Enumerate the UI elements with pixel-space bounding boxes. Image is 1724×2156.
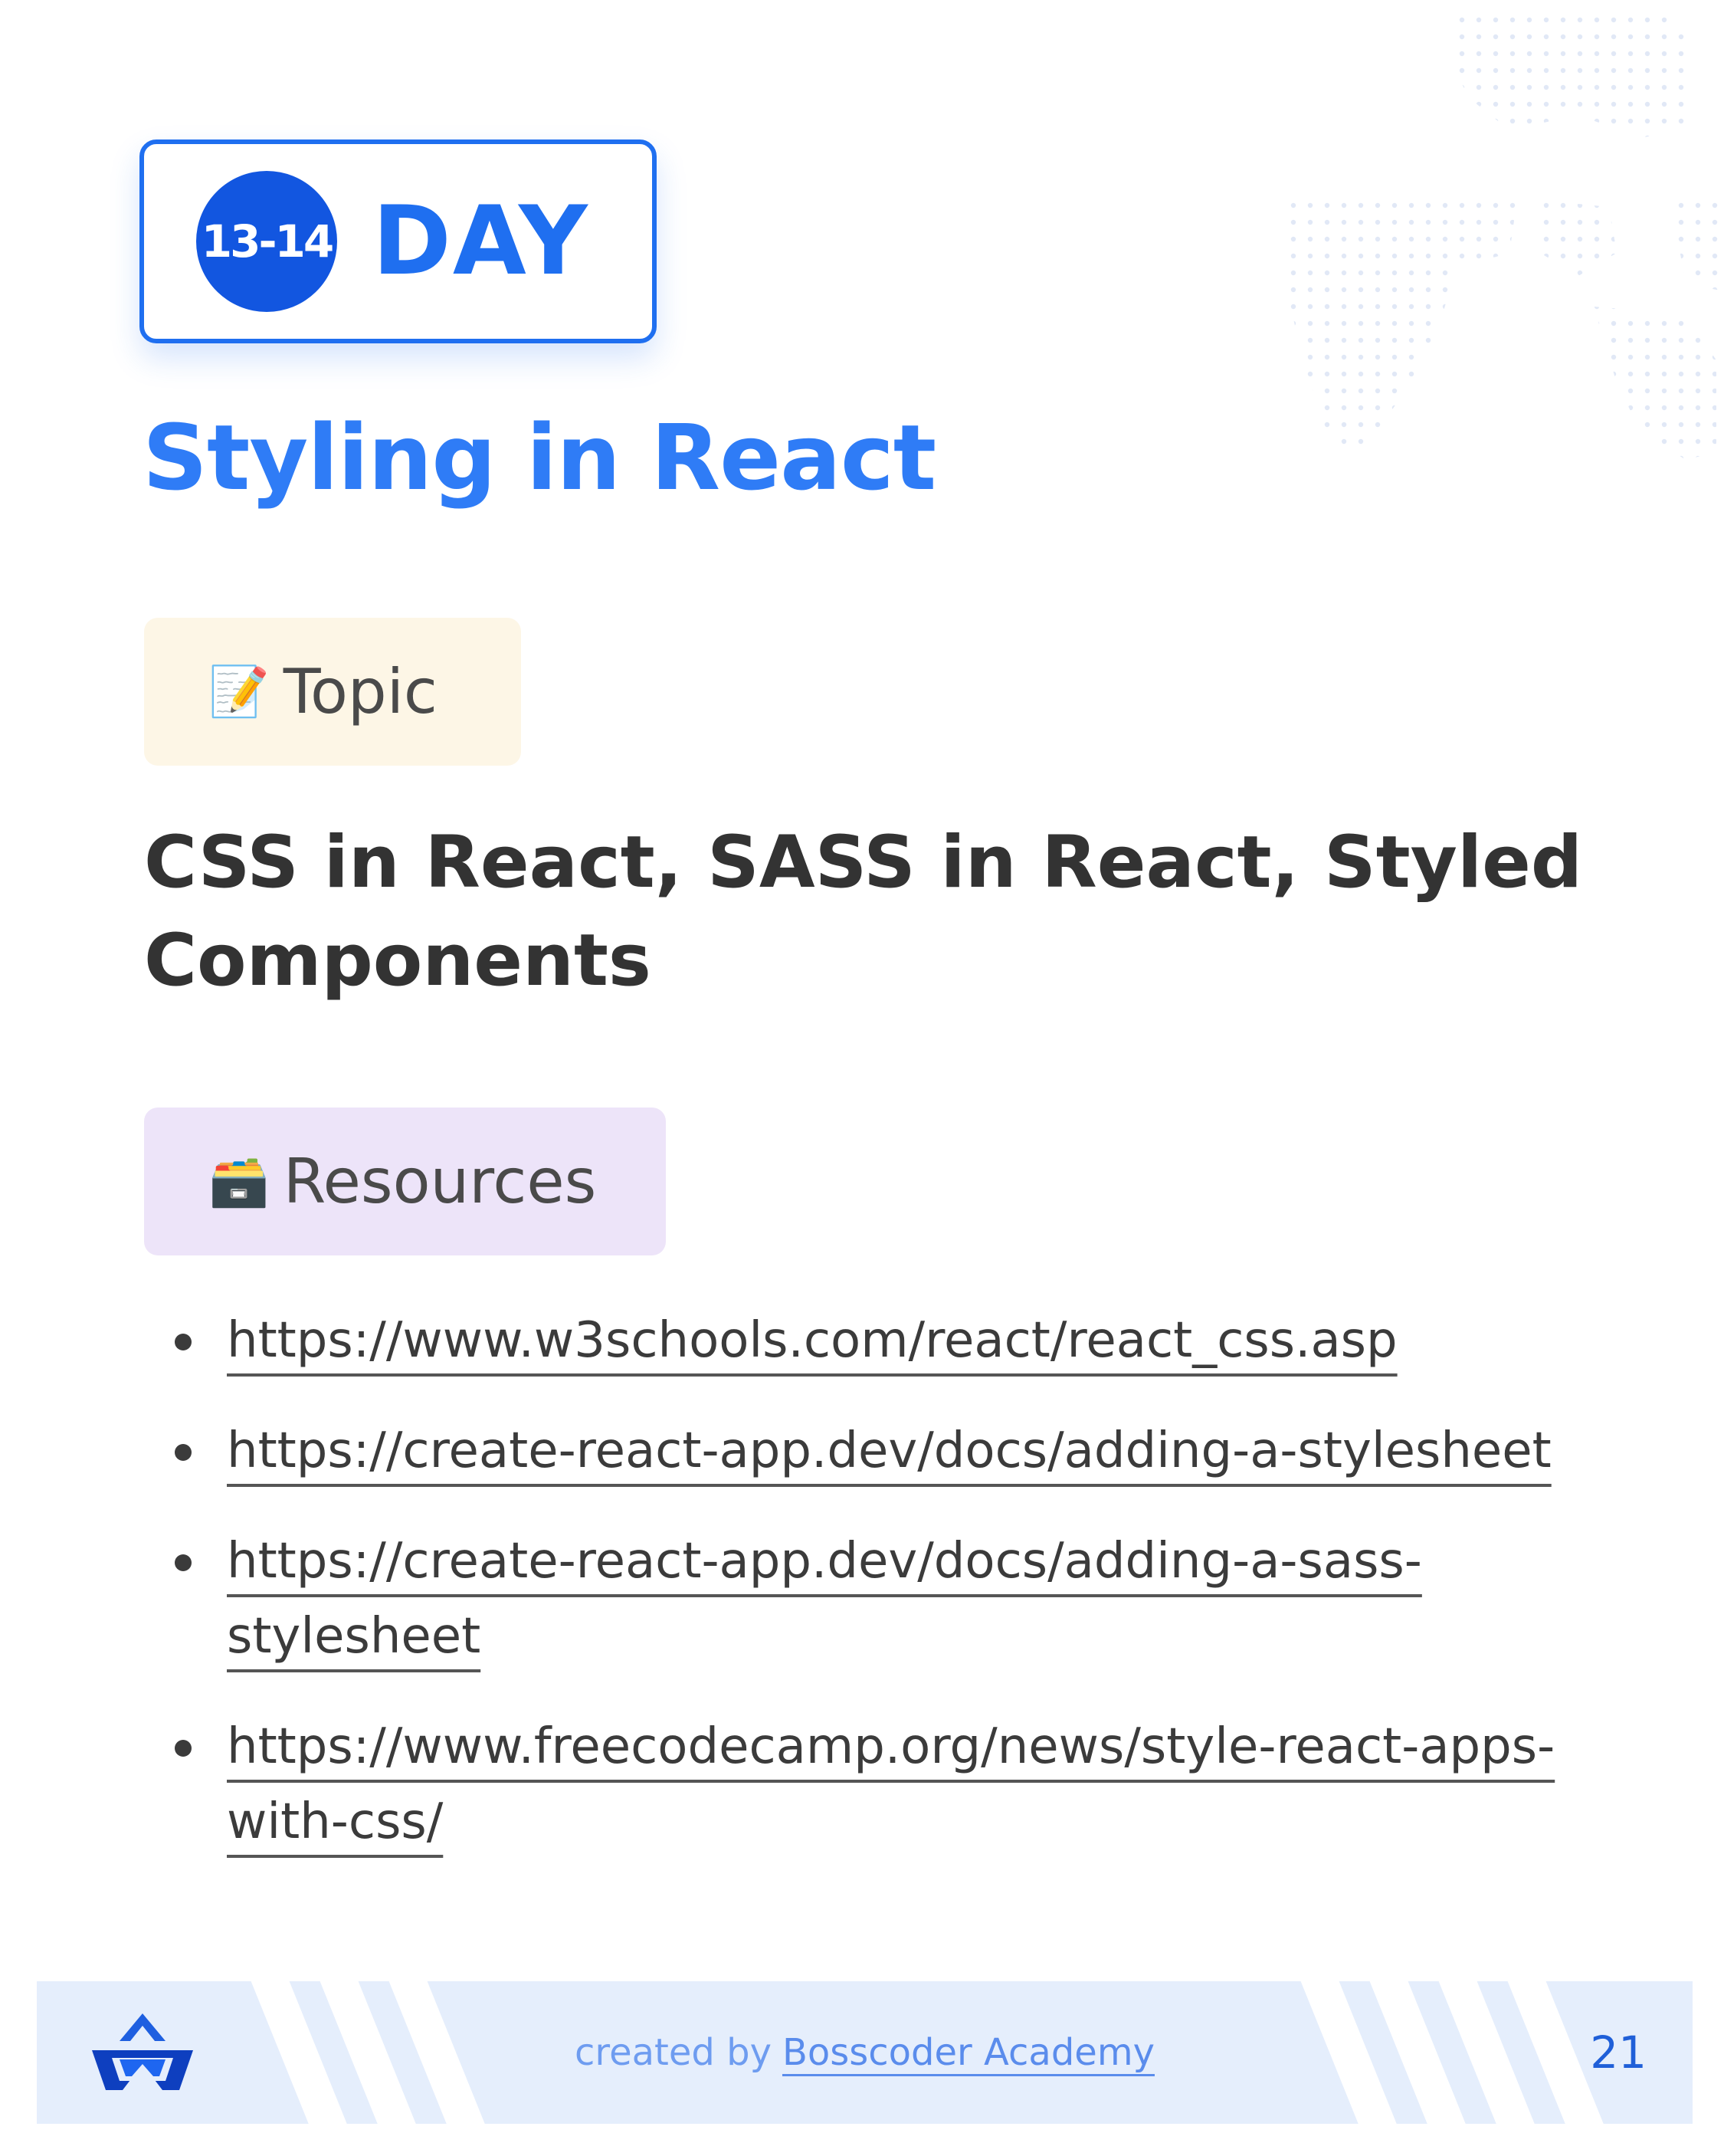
page-number: 21 xyxy=(1590,2026,1647,2079)
resource-link[interactable]: https://create-react-app.dev/docs/adding… xyxy=(227,1533,1422,1665)
memo-icon: 📝 xyxy=(208,663,270,720)
list-item: https://create-react-app.dev/docs/adding… xyxy=(169,1524,1545,1674)
list-item: https://create-react-app.dev/docs/adding… xyxy=(169,1413,1624,1488)
resource-link-text: https://www.freecodecamp.org/news/style-… xyxy=(227,1718,1555,1850)
footer-bar: created by Bosscoder Academy 21 xyxy=(37,1981,1693,2124)
day-number-circle: 13-14 xyxy=(196,171,337,312)
topic-pill: 📝 Topic xyxy=(144,618,521,766)
file-cabinet-icon: 🗃️ xyxy=(208,1153,270,1210)
resource-link[interactable]: https://create-react-app.dev/docs/adding… xyxy=(227,1423,1552,1479)
topic-label: Topic xyxy=(283,656,438,727)
created-by-text: created by xyxy=(575,2031,772,2074)
footer-credit: created by Bosscoder Academy xyxy=(37,1981,1693,2124)
list-item: https://www.w3schools.com/react/react_cs… xyxy=(169,1303,1624,1378)
resource-link[interactable]: https://www.freecodecamp.org/news/style-… xyxy=(227,1718,1555,1850)
resources-list: https://www.w3schools.com/react/react_cs… xyxy=(169,1303,1624,1895)
brand-link[interactable]: Bosscoder Academy xyxy=(782,2031,1155,2074)
day-badge: 13-14 DAY xyxy=(139,139,657,343)
resources-pill: 🗃️ Resources xyxy=(144,1108,666,1255)
page-title: Styling in React xyxy=(143,405,936,510)
resource-link-text: https://create-react-app.dev/docs/adding… xyxy=(227,1533,1422,1665)
resources-label: Resources xyxy=(283,1146,597,1217)
day-label: DAY xyxy=(372,186,589,297)
dotted-map-decoration xyxy=(1257,0,1724,475)
resource-link[interactable]: https://www.w3schools.com/react/react_cs… xyxy=(227,1312,1398,1369)
list-item: https://www.freecodecamp.org/news/style-… xyxy=(169,1709,1624,1859)
topic-description: CSS in React, SASS in React, Styled Comp… xyxy=(144,821,1583,1003)
